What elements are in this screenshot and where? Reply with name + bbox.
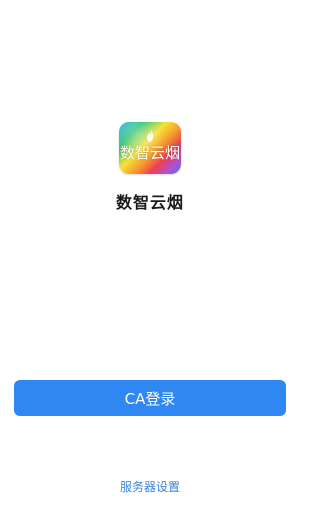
- ca-login-button[interactable]: CA登录: [14, 380, 286, 416]
- app-name: 数智云烟: [115, 193, 184, 212]
- launch-screen: 数智云烟 数智云烟 CA登录 服务器设置: [0, 0, 300, 516]
- flame-icon: [146, 128, 154, 142]
- logo-text: 数智云烟: [119, 144, 180, 162]
- app-logo-icon: 数智云烟: [119, 122, 181, 174]
- server-settings-link[interactable]: 服务器设置: [0, 478, 300, 495]
